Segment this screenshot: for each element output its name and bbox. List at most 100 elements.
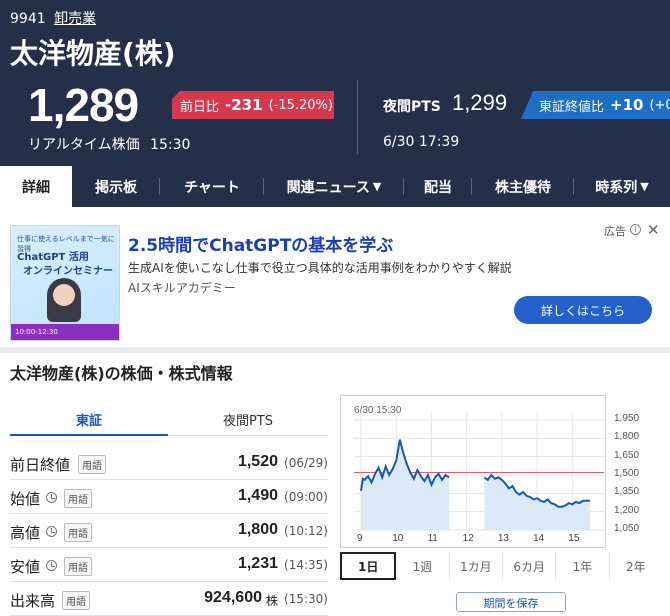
y-tick-label: 1,950 — [614, 413, 640, 424]
change-percent: (-15.20%) — [268, 97, 333, 113]
chevron-down-icon: ▼ — [640, 180, 649, 193]
tab-history[interactable]: 時系列 ▼ — [574, 166, 670, 207]
quote-header: 9941 卸売業 太洋物産(株) 1,289 前日比 -231 (-15.20%… — [0, 0, 670, 166]
x-tick-label: 10 — [392, 533, 404, 544]
realtime-text: リアルタイム株価 — [28, 137, 140, 153]
term-badge[interactable]: 用語 — [64, 557, 92, 576]
tab-label: 株主優待 — [495, 179, 551, 196]
tab-dividend[interactable]: 配当 — [404, 166, 472, 207]
pts-label: 夜間PTS — [383, 99, 441, 115]
tse-value: +10 — [610, 96, 644, 114]
ad-title[interactable]: 2.5時間でChatGPTの基本を学ぶ — [128, 231, 393, 256]
row-time: (06/29) — [284, 456, 328, 470]
period-selector: 1日 1週 1カ月 6カ月 1年 2年 — [340, 552, 662, 580]
stock-code-line: 9941 卸売業 — [10, 8, 96, 28]
realtime-label: リアルタイム株価 15:30 — [28, 134, 190, 154]
tse-rest: (+0.7 — [649, 97, 670, 113]
row-value: 1,490 — [237, 487, 278, 504]
row-time: (15:30) — [284, 592, 328, 606]
save-period-button[interactable]: 期間を保存 — [456, 592, 566, 612]
y-tick-label: 1,350 — [614, 486, 640, 498]
clock-icon — [46, 526, 57, 537]
info-icon[interactable]: i — [630, 224, 641, 235]
tab-label: 掲示板 — [95, 179, 137, 196]
ad-thumb-schedule: 10:00-12:30 — [11, 324, 119, 340]
row-time: (09:00) — [284, 490, 328, 504]
row-time: (10:12) — [284, 524, 328, 538]
ad-thumbnail[interactable]: 仕事に使えるレベルまで一気に習得 ChatGPT 活用 オンラインセミナー 10… — [10, 225, 120, 341]
x-tick-label: 13 — [497, 533, 509, 544]
clock-icon — [46, 492, 57, 503]
x-tick-label: 12 — [462, 533, 474, 544]
change-value: -231 — [225, 96, 263, 114]
company-name: 太洋物産(株) — [10, 37, 176, 70]
x-tick-label: 11 — [427, 533, 438, 544]
change-badge: 前日比 -231 (-15.20%) — [172, 91, 334, 119]
y-tick-label: 1,650 — [614, 449, 640, 461]
ad-description: 生成AIを使いこなし仕事で役立つ具体的な活用事例をわかりやすく解説 — [128, 261, 512, 275]
clock-icon — [46, 560, 57, 571]
row-label: 安値 — [10, 558, 41, 576]
current-price: 1,289 — [28, 79, 139, 131]
pts-price: 1,299 — [452, 90, 508, 115]
row-label: 前日終値 — [10, 456, 71, 474]
tse-compare-badge: 東証終値比 +10 (+0.7 — [521, 91, 670, 119]
tab-label: チャート — [184, 179, 240, 196]
row-value: 1,800 — [237, 521, 278, 538]
market-tab-tse[interactable]: 東証 — [10, 404, 168, 436]
y-tick-label: 1,050 — [614, 523, 640, 534]
sector-link[interactable]: 卸売業 — [54, 11, 96, 27]
stock-tabs: 詳細 掲示板 チャート 関連ニュース ▼ 配当 株主優待 時系列 ▼ — [0, 166, 670, 207]
period-1d[interactable]: 1日 — [340, 552, 397, 580]
pts-datetime: 6/30 17:39 — [383, 134, 460, 150]
term-badge[interactable]: 用語 — [64, 489, 92, 508]
market-tab-pts[interactable]: 夜間PTS — [168, 404, 328, 436]
tab-news[interactable]: 関連ニュース ▼ — [264, 166, 404, 207]
y-tick-label: 1,800 — [614, 431, 640, 443]
y-tick-label: 1,500 — [614, 468, 640, 479]
tab-label: 関連ニュース — [286, 179, 370, 196]
x-tick-label: 15 — [568, 533, 580, 544]
row-value: 924,600 — [204, 589, 262, 606]
tab-benefits[interactable]: 株主優待 — [472, 166, 574, 207]
ad-label: 広告 — [604, 225, 626, 238]
term-badge[interactable]: 用語 — [78, 455, 106, 474]
period-1y[interactable]: 1年 — [556, 552, 610, 580]
y-tick-label: 1,200 — [614, 504, 640, 516]
row-time: (14:35) — [284, 558, 328, 572]
period-1m[interactable]: 1カ月 — [450, 552, 503, 580]
ad-banner[interactable]: 仕事に使えるレベルまで一気に習得 ChatGPT 活用 オンラインセミナー 10… — [0, 207, 670, 347]
header-divider — [357, 80, 358, 154]
tab-label: 配当 — [424, 179, 452, 196]
x-tick-label: 9 — [357, 533, 363, 544]
section-title: 太洋物産(株)の株価・株式情報 — [10, 364, 233, 383]
stock-code: 9941 — [10, 11, 46, 27]
term-badge[interactable]: 用語 — [62, 591, 90, 610]
row-prev-close: 前日終値 用語 1,520 (06/29) — [10, 446, 328, 480]
section-gap — [0, 347, 670, 353]
realtime-time: 15:30 — [150, 137, 191, 153]
row-value: 1,520 — [237, 453, 278, 470]
tab-detail[interactable]: 詳細 — [0, 166, 72, 207]
tab-chart[interactable]: チャート — [160, 166, 264, 207]
tse-label: 東証終値比 — [539, 99, 605, 115]
row-open: 始値 用語 1,490 (09:00) — [10, 480, 328, 514]
change-label: 前日比 — [180, 99, 220, 115]
period-1w[interactable]: 1週 — [396, 552, 450, 580]
term-badge[interactable]: 用語 — [64, 523, 92, 542]
tab-board[interactable]: 掲示板 — [72, 166, 160, 207]
row-label: 始値 — [10, 490, 41, 508]
row-high: 高値 用語 1,800 (10:12) — [10, 514, 328, 548]
close-icon[interactable]: ✕ — [647, 221, 660, 239]
ad-cta-button[interactable]: 詳しくはこちら — [514, 296, 652, 324]
row-low: 安値 用語 1,231 (14:35) — [10, 548, 328, 582]
row-label: 出来高 — [10, 592, 56, 610]
row-unit: 株 — [265, 594, 278, 608]
chart-timestamp: 6/30 15:30 — [354, 405, 402, 416]
tab-label: 詳細 — [22, 179, 50, 196]
face-illustration — [53, 284, 75, 306]
period-6m[interactable]: 6カ月 — [503, 552, 557, 580]
intraday-chart[interactable] — [340, 395, 606, 548]
period-2y[interactable]: 2年 — [610, 552, 662, 580]
row-value: 1,231 — [237, 555, 278, 572]
